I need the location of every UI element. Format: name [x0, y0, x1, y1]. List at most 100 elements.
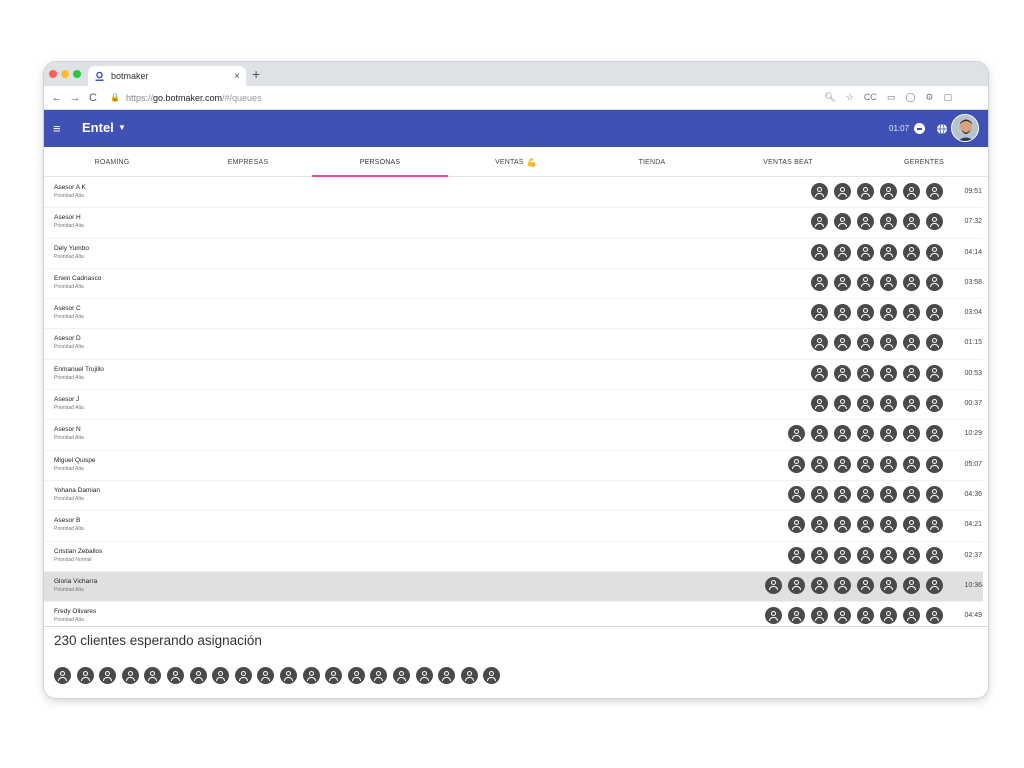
- client-avatar-icon[interactable]: [880, 273, 897, 291]
- tab-roaming[interactable]: ROAMING: [44, 147, 180, 177]
- client-avatar-icon[interactable]: [926, 243, 943, 261]
- client-avatar-icon[interactable]: [903, 334, 920, 352]
- waiting-client-icon[interactable]: [234, 667, 252, 684]
- waiting-client-icon[interactable]: [325, 667, 343, 684]
- extension-circle-icon[interactable]: ◯: [905, 92, 915, 103]
- waiting-client-icon[interactable]: [54, 667, 71, 684]
- client-avatar-icon[interactable]: [811, 183, 828, 200]
- waiting-client-icon[interactable]: [121, 667, 139, 684]
- waiting-client-icon[interactable]: [189, 667, 207, 684]
- client-avatar-icon[interactable]: [857, 516, 874, 534]
- client-avatar-icon[interactable]: [834, 395, 851, 413]
- zoom-icon[interactable]: 🔍︎: [824, 92, 835, 103]
- client-avatar-icon[interactable]: [880, 334, 897, 352]
- client-avatar-icon[interactable]: [857, 213, 874, 231]
- client-avatar-icon[interactable]: [926, 425, 943, 443]
- client-avatar-icon[interactable]: [926, 607, 943, 625]
- client-avatar-icon[interactable]: [857, 546, 874, 564]
- maximize-window-button[interactable]: [73, 70, 81, 78]
- client-avatar-icon[interactable]: [834, 213, 851, 231]
- client-avatar-icon[interactable]: [857, 273, 874, 291]
- waiting-client-icon[interactable]: [438, 667, 456, 684]
- client-avatar-icon[interactable]: [788, 516, 805, 534]
- minimize-window-button[interactable]: [61, 70, 69, 78]
- client-avatar-icon[interactable]: [926, 213, 943, 231]
- waiting-client-icon[interactable]: [302, 667, 320, 684]
- client-avatar-icon[interactable]: [857, 607, 874, 625]
- client-avatar-icon[interactable]: [834, 273, 851, 291]
- client-avatar-icon[interactable]: [834, 546, 851, 564]
- agent-row[interactable]: Fredy Olivares Prioridad Alta 04:49: [44, 602, 988, 626]
- extension-gear-icon[interactable]: ⚙: [925, 92, 933, 103]
- client-avatar-icon[interactable]: [834, 425, 851, 443]
- client-avatar-icon[interactable]: [880, 485, 897, 503]
- queue-scrollbar[interactable]: [983, 178, 988, 626]
- client-avatar-icon[interactable]: [903, 425, 920, 443]
- client-avatar-icon[interactable]: [926, 273, 943, 291]
- new-tab-button[interactable]: +: [252, 66, 260, 82]
- client-avatar-icon[interactable]: [880, 213, 897, 231]
- waiting-client-icon[interactable]: [483, 667, 501, 684]
- agent-row[interactable]: Erwin Cadriasco Prioridad Alta 03:58: [44, 269, 988, 300]
- client-avatar-icon[interactable]: [903, 273, 920, 291]
- agent-row[interactable]: Asesor B Prioridad Alta 04:21: [44, 511, 988, 542]
- client-avatar-icon[interactable]: [926, 516, 943, 534]
- client-avatar-icon[interactable]: [903, 304, 920, 322]
- client-avatar-icon[interactable]: [926, 395, 943, 413]
- client-avatar-icon[interactable]: [926, 546, 943, 564]
- client-avatar-icon[interactable]: [880, 395, 897, 413]
- client-avatar-icon[interactable]: [926, 183, 943, 200]
- client-avatar-icon[interactable]: [903, 516, 920, 534]
- client-avatar-icon[interactable]: [788, 485, 805, 503]
- waiting-client-icon[interactable]: [212, 667, 230, 684]
- client-avatar-icon[interactable]: [834, 607, 851, 625]
- client-avatar-icon[interactable]: [880, 576, 897, 594]
- tab-ventas[interactable]: VENTAS 💪: [448, 147, 584, 177]
- client-avatar-icon[interactable]: [811, 576, 828, 594]
- client-avatar-icon[interactable]: [880, 425, 897, 443]
- client-avatar-icon[interactable]: [834, 183, 851, 200]
- client-avatar-icon[interactable]: [765, 576, 782, 594]
- tab-empresas[interactable]: EMPRESAS: [180, 147, 316, 177]
- client-avatar-icon[interactable]: [811, 485, 828, 503]
- extension-box-icon[interactable]: ▢: [943, 92, 952, 103]
- client-avatar-icon[interactable]: [834, 364, 851, 382]
- client-avatar-icon[interactable]: [903, 546, 920, 564]
- waiting-client-icon[interactable]: [144, 667, 162, 684]
- client-avatar-icon[interactable]: [926, 364, 943, 382]
- client-avatar-icon[interactable]: [880, 304, 897, 322]
- client-avatar-icon[interactable]: [811, 304, 828, 322]
- client-avatar-icon[interactable]: [811, 455, 828, 473]
- client-avatar-icon[interactable]: [857, 395, 874, 413]
- waiting-client-icon[interactable]: [370, 667, 388, 684]
- client-avatar-icon[interactable]: [857, 183, 874, 200]
- tab-tienda[interactable]: TIENDA: [584, 147, 720, 177]
- client-avatar-icon[interactable]: [788, 425, 805, 443]
- agent-row[interactable]: Asesor H Prioridad Alta 07:32: [44, 208, 988, 239]
- workspace-name[interactable]: Entel: [82, 120, 114, 135]
- waiting-client-icon[interactable]: [347, 667, 365, 684]
- extension-cast-icon[interactable]: ▭: [887, 92, 896, 103]
- client-avatar-icon[interactable]: [903, 213, 920, 231]
- client-avatar-icon[interactable]: [857, 243, 874, 261]
- waiting-client-icon[interactable]: [460, 667, 478, 684]
- client-avatar-icon[interactable]: [811, 273, 828, 291]
- client-avatar-icon[interactable]: [834, 304, 851, 322]
- client-avatar-icon[interactable]: [857, 485, 874, 503]
- hamburger-menu-icon[interactable]: ≡: [53, 121, 61, 136]
- client-avatar-icon[interactable]: [834, 334, 851, 352]
- client-avatar-icon[interactable]: [788, 546, 805, 564]
- client-avatar-icon[interactable]: [857, 334, 874, 352]
- client-avatar-icon[interactable]: [880, 516, 897, 534]
- tab-gerentes[interactable]: GERENTES: [856, 147, 988, 177]
- back-arrow-icon[interactable]: ←: [48, 92, 66, 104]
- client-avatar-icon[interactable]: [788, 455, 805, 473]
- client-avatar-icon[interactable]: [903, 607, 920, 625]
- client-avatar-icon[interactable]: [788, 607, 805, 625]
- client-avatar-icon[interactable]: [880, 183, 897, 200]
- client-avatar-icon[interactable]: [811, 243, 828, 261]
- close-window-button[interactable]: [49, 70, 57, 78]
- client-avatar-icon[interactable]: [811, 334, 828, 352]
- agent-row[interactable]: Enmanuel Trujillo Prioridad Alta 00:53: [44, 360, 988, 391]
- tab-personas[interactable]: PERSONAS: [312, 147, 448, 177]
